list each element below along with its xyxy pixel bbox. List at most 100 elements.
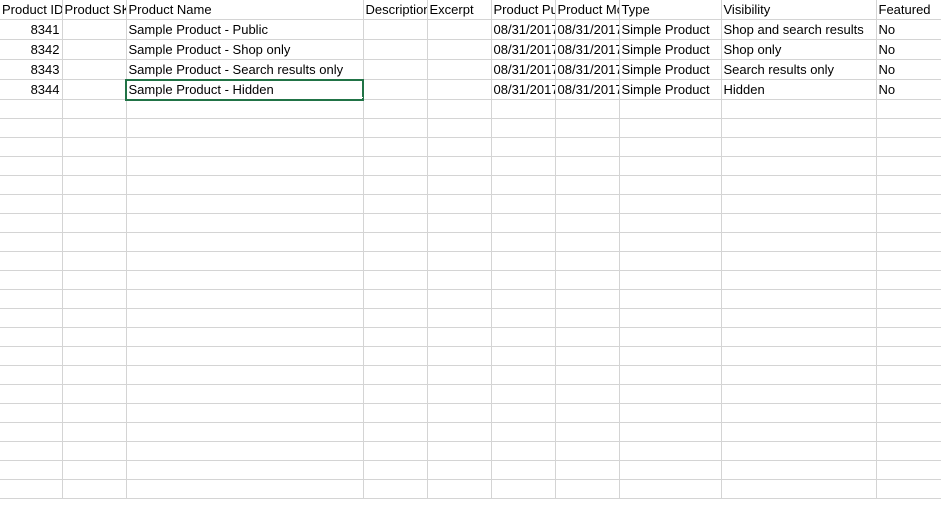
empty-cell[interactable] bbox=[427, 270, 492, 290]
empty-cell[interactable] bbox=[0, 251, 63, 271]
empty-cell[interactable] bbox=[721, 137, 877, 157]
empty-cell[interactable] bbox=[555, 251, 620, 271]
empty-cell[interactable] bbox=[363, 156, 428, 176]
empty-cell[interactable] bbox=[62, 479, 127, 499]
empty-cell[interactable] bbox=[62, 289, 127, 309]
empty-cell[interactable] bbox=[62, 327, 127, 347]
empty-cell[interactable] bbox=[555, 156, 620, 176]
empty-cell[interactable] bbox=[427, 137, 492, 157]
selected-cell[interactable]: Sample Product - Hidden bbox=[125, 78, 364, 101]
empty-cell[interactable] bbox=[126, 156, 364, 176]
empty-cell[interactable] bbox=[555, 99, 620, 119]
empty-cell[interactable] bbox=[619, 232, 722, 252]
empty-cell[interactable] bbox=[619, 194, 722, 214]
fill-handle[interactable] bbox=[360, 97, 362, 99]
cell[interactable] bbox=[363, 59, 428, 80]
cell[interactable]: Simple Product bbox=[619, 59, 722, 80]
empty-cell[interactable] bbox=[0, 99, 63, 119]
empty-cell[interactable] bbox=[126, 346, 364, 366]
empty-cell[interactable] bbox=[491, 365, 556, 385]
column-header-cell[interactable]: Product ID bbox=[0, 0, 63, 20]
empty-cell[interactable] bbox=[555, 175, 620, 195]
empty-cell[interactable] bbox=[555, 289, 620, 309]
empty-cell[interactable] bbox=[876, 213, 941, 233]
empty-cell[interactable] bbox=[363, 441, 428, 461]
empty-cell[interactable] bbox=[427, 175, 492, 195]
empty-cell[interactable] bbox=[0, 270, 63, 290]
empty-cell[interactable] bbox=[491, 270, 556, 290]
cell[interactable]: 08/31/2017 bbox=[491, 79, 556, 100]
empty-cell[interactable] bbox=[427, 403, 492, 423]
empty-cell[interactable] bbox=[427, 460, 492, 480]
column-header-cell[interactable]: Excerpt bbox=[427, 0, 492, 20]
empty-cell[interactable] bbox=[126, 270, 364, 290]
empty-cell[interactable] bbox=[619, 137, 722, 157]
empty-cell[interactable] bbox=[62, 175, 127, 195]
empty-cell[interactable] bbox=[619, 308, 722, 328]
empty-cell[interactable] bbox=[363, 346, 428, 366]
empty-cell[interactable] bbox=[555, 308, 620, 328]
empty-cell[interactable] bbox=[126, 175, 364, 195]
empty-cell[interactable] bbox=[0, 289, 63, 309]
empty-cell[interactable] bbox=[619, 289, 722, 309]
empty-cell[interactable] bbox=[876, 479, 941, 499]
empty-cell[interactable] bbox=[491, 289, 556, 309]
empty-cell[interactable] bbox=[126, 460, 364, 480]
empty-cell[interactable] bbox=[555, 384, 620, 404]
empty-cell[interactable] bbox=[555, 232, 620, 252]
empty-cell[interactable] bbox=[491, 422, 556, 442]
empty-cell[interactable] bbox=[619, 479, 722, 499]
empty-cell[interactable] bbox=[555, 194, 620, 214]
cell[interactable]: 8343 bbox=[0, 59, 63, 80]
empty-cell[interactable] bbox=[555, 403, 620, 423]
cell[interactable]: 08/31/2017 bbox=[555, 19, 620, 40]
empty-cell[interactable] bbox=[619, 251, 722, 271]
empty-cell[interactable] bbox=[876, 156, 941, 176]
empty-cell[interactable] bbox=[427, 289, 492, 309]
empty-cell[interactable] bbox=[876, 118, 941, 138]
empty-cell[interactable] bbox=[0, 479, 63, 499]
empty-cell[interactable] bbox=[0, 422, 63, 442]
cell[interactable]: 8342 bbox=[0, 39, 63, 60]
empty-cell[interactable] bbox=[555, 346, 620, 366]
empty-cell[interactable] bbox=[876, 327, 941, 347]
empty-cell[interactable] bbox=[363, 365, 428, 385]
empty-cell[interactable] bbox=[721, 251, 877, 271]
cell[interactable]: 08/31/2017 bbox=[491, 19, 556, 40]
empty-cell[interactable] bbox=[876, 232, 941, 252]
column-header-cell[interactable]: Description bbox=[363, 0, 428, 20]
empty-cell[interactable] bbox=[555, 460, 620, 480]
empty-cell[interactable] bbox=[721, 118, 877, 138]
empty-cell[interactable] bbox=[62, 270, 127, 290]
empty-cell[interactable] bbox=[427, 308, 492, 328]
empty-cell[interactable] bbox=[555, 118, 620, 138]
empty-cell[interactable] bbox=[363, 422, 428, 442]
empty-cell[interactable] bbox=[721, 327, 877, 347]
empty-cell[interactable] bbox=[126, 118, 364, 138]
empty-cell[interactable] bbox=[721, 99, 877, 119]
empty-cell[interactable] bbox=[876, 346, 941, 366]
empty-cell[interactable] bbox=[62, 365, 127, 385]
empty-cell[interactable] bbox=[62, 213, 127, 233]
cell[interactable]: Shop only bbox=[721, 39, 877, 60]
spreadsheet-grid[interactable]: Product IDProduct SKUProduct NameDescrip… bbox=[0, 0, 941, 524]
empty-cell[interactable] bbox=[721, 365, 877, 385]
cell[interactable]: 08/31/2017 bbox=[491, 59, 556, 80]
empty-cell[interactable] bbox=[721, 308, 877, 328]
empty-cell[interactable] bbox=[555, 441, 620, 461]
empty-cell[interactable] bbox=[62, 403, 127, 423]
empty-cell[interactable] bbox=[721, 346, 877, 366]
empty-cell[interactable] bbox=[619, 156, 722, 176]
empty-cell[interactable] bbox=[619, 118, 722, 138]
empty-cell[interactable] bbox=[363, 213, 428, 233]
empty-cell[interactable] bbox=[876, 137, 941, 157]
empty-cell[interactable] bbox=[0, 403, 63, 423]
empty-cell[interactable] bbox=[126, 99, 364, 119]
empty-cell[interactable] bbox=[62, 308, 127, 328]
column-header-cell[interactable]: Visibility bbox=[721, 0, 877, 20]
empty-cell[interactable] bbox=[427, 327, 492, 347]
empty-cell[interactable] bbox=[555, 137, 620, 157]
empty-cell[interactable] bbox=[62, 346, 127, 366]
empty-cell[interactable] bbox=[0, 384, 63, 404]
empty-cell[interactable] bbox=[721, 213, 877, 233]
